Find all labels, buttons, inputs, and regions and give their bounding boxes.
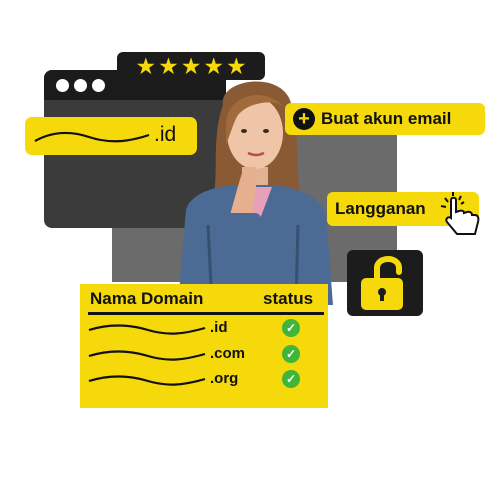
domain-extension: .com [210, 345, 246, 362]
create-email-label: Buat akun email [321, 109, 452, 128]
hand-cursor-icon [440, 192, 480, 235]
subscribe-label: Langganan [335, 199, 426, 218]
star-icon: ★ [135, 52, 157, 79]
domain-extension: .id [210, 319, 228, 336]
window-dot-icon [92, 79, 105, 92]
lock-badge [347, 250, 423, 316]
table-row: .id ✓ [80, 318, 328, 340]
check-icon: ✓ [282, 319, 300, 337]
check-icon: ✓ [282, 345, 300, 363]
domain-status-table: Nama Domain status .id ✓ .com ✓ .org ✓ [80, 284, 328, 408]
column-header-domain: Nama Domain [90, 289, 204, 308]
table-row: .org ✓ [80, 369, 328, 391]
header-divider [88, 312, 324, 315]
column-header-status: status [263, 289, 314, 308]
domain-extension: .org [210, 370, 239, 387]
squiggle-placeholder [88, 324, 206, 335]
unlock-icon [361, 256, 403, 310]
window-dot-icon [56, 79, 69, 92]
create-email-account-button[interactable]: + Buat akun email [285, 103, 485, 135]
squiggle-placeholder [34, 131, 150, 143]
squiggle-placeholder [88, 350, 206, 361]
window-dot-icon [74, 79, 87, 92]
plus-icon: + [293, 108, 315, 130]
squiggle-placeholder [88, 375, 206, 386]
table-row: .com ✓ [80, 344, 328, 366]
check-icon: ✓ [282, 370, 300, 388]
